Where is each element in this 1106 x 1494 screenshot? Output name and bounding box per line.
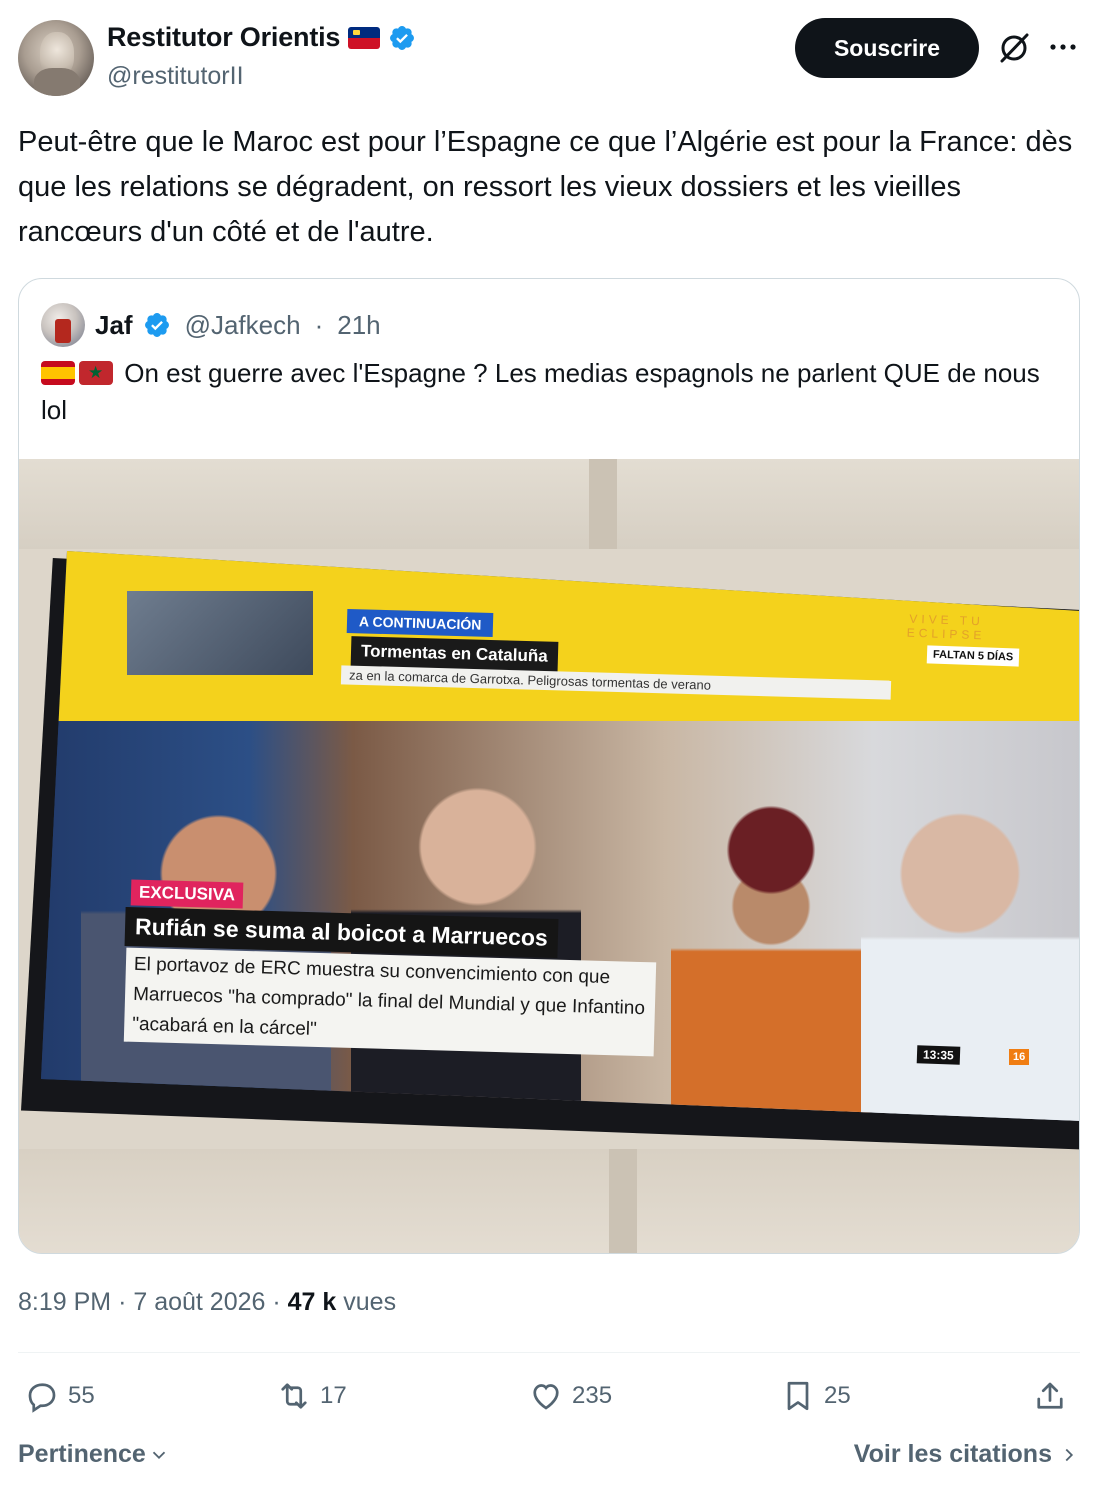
share-icon <box>1037 1382 1063 1409</box>
quoted-tweet-text: On est guerre avec l'Espagne ? Les media… <box>41 355 1061 429</box>
quoted-author-name[interactable]: Jaf <box>95 310 133 341</box>
broadcast-subline: El portavoz de ERC muestra su convencimi… <box>123 947 657 1057</box>
views-count: 47 k <box>287 1288 337 1316</box>
dot-separator: · <box>272 1288 281 1316</box>
reply-icon <box>28 1383 56 1413</box>
quoted-tweet-header: Jaf @Jafkech · 21h <box>41 303 381 347</box>
quoted-author-handle[interactable]: @Jafkech <box>185 310 301 341</box>
bookmark-icon <box>787 1381 809 1411</box>
television-screen: A CONTINUACIÓN Tormentas en Cataluña za … <box>41 551 1079 1121</box>
repost-icon <box>281 1383 307 1409</box>
divider <box>18 1352 1080 1353</box>
sort-label: Pertinence <box>18 1440 146 1468</box>
chevron-right-icon <box>1065 1448 1074 1461</box>
quoted-tweet[interactable]: Jaf @Jafkech · 21h On est guerre avec l'… <box>18 278 1080 1254</box>
morocco-flag-icon <box>79 361 113 385</box>
bookmark-button[interactable]: 25 <box>780 1378 851 1414</box>
author-name-line: Restitutor Orientis <box>107 22 416 53</box>
wall-background-bottom <box>19 1149 1079 1253</box>
quoted-tweet-time[interactable]: 21h <box>337 310 380 341</box>
person-right <box>861 781 1079 1121</box>
views-label: vues <box>343 1288 397 1316</box>
heart-icon <box>533 1384 559 1410</box>
author-display-name[interactable]: Restitutor Orientis <box>107 22 340 53</box>
sort-dropdown[interactable]: Pertinence <box>18 1440 170 1469</box>
author-avatar[interactable] <box>18 20 94 96</box>
replies-footer: Pertinence Voir les citations <box>18 1440 1080 1476</box>
like-button[interactable]: 235 <box>528 1378 612 1414</box>
liechtenstein-flag-icon <box>348 26 381 49</box>
dot-separator: · <box>118 1288 127 1316</box>
tweet-date[interactable]: 7 août 2026 <box>133 1288 265 1316</box>
verified-badge-icon <box>144 313 169 337</box>
age-rating-badge: 16 <box>1009 1049 1030 1065</box>
view-quotes-link[interactable]: Voir les citations <box>854 1440 1080 1469</box>
wall-joint <box>589 459 617 549</box>
repost-count: 17 <box>320 1382 347 1409</box>
quoted-tweet-body: On est guerre avec l'Espagne ? Les media… <box>41 358 1040 425</box>
eclipse-line-2: ECLIPSE <box>906 625 986 643</box>
action-bar: 55 17 235 25 <box>18 1378 1080 1422</box>
exclusive-tag: EXCLUSIVA <box>130 879 244 909</box>
continuation-tag: A CONTINUACIÓN <box>346 608 494 638</box>
eclipse-logo: VIVE TU ECLIPSE <box>907 612 987 643</box>
verified-badge-icon[interactable] <box>388 24 416 52</box>
repost-button[interactable]: 17 <box>276 1378 347 1414</box>
preview-thumbnail <box>127 591 313 675</box>
tweet-header: Restitutor Orientis @restitutorII Souscr… <box>18 18 1088 98</box>
broadcast-clock: 13:35 <box>916 1045 961 1065</box>
subscribe-button[interactable]: Souscrire <box>795 18 979 78</box>
like-count: 235 <box>572 1382 613 1409</box>
more-options-icon[interactable] <box>1048 32 1078 62</box>
wall-joint <box>609 1149 637 1253</box>
chevron-down-icon <box>152 1451 165 1459</box>
grok-icon[interactable] <box>996 30 1032 66</box>
quoted-author-avatar[interactable] <box>41 303 85 347</box>
reply-count: 55 <box>68 1382 95 1409</box>
countdown-label: FALTAN 5 DÍAS <box>926 645 1020 667</box>
quoted-tweet-image[interactable]: A CONTINUACIÓN Tormentas en Cataluña za … <box>19 459 1079 1253</box>
view-quotes-label: Voir les citations <box>853 1440 1052 1468</box>
tweet-text: Peut-être que le Maroc est pour l’Espagn… <box>18 126 1073 248</box>
bookmark-count: 25 <box>824 1382 851 1409</box>
reply-button[interactable]: 55 <box>24 1378 95 1414</box>
tweet-metadata: 8:19 PM · 7 août 2026 · 47 k vues <box>18 1288 396 1317</box>
dot-separator: · <box>314 309 324 340</box>
share-button[interactable] <box>1032 1378 1068 1414</box>
wall-background <box>19 459 1079 549</box>
spain-flag-icon <box>41 361 75 385</box>
tweet-time[interactable]: 8:19 PM <box>18 1288 111 1316</box>
author-handle[interactable]: @restitutorII <box>107 62 244 91</box>
person-center-right <box>671 801 871 1121</box>
